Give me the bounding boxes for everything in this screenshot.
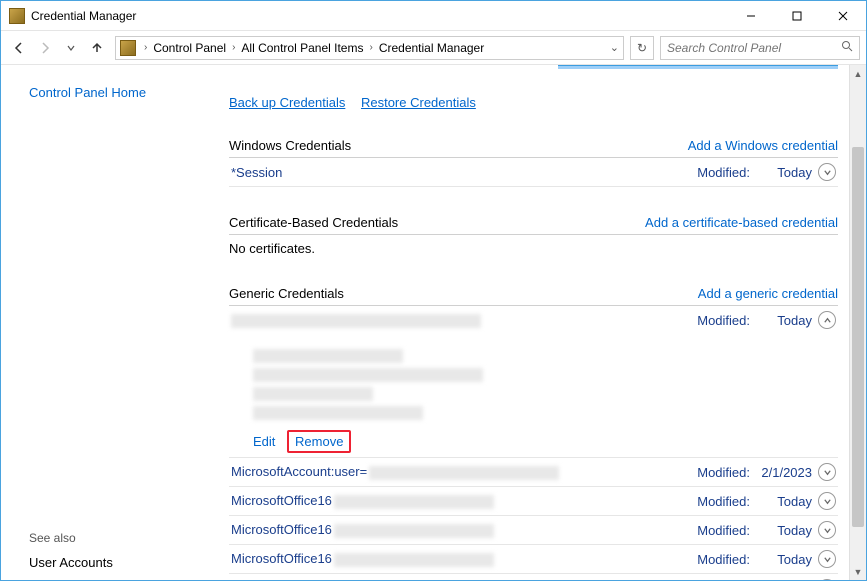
modified-value: Today [756, 494, 812, 509]
sidebar: Control Panel Home See also User Account… [1, 65, 211, 580]
minimize-button[interactable] [728, 1, 774, 31]
redacted-suffix [369, 466, 559, 480]
chevron-right-icon[interactable]: › [140, 42, 151, 53]
redacted-name [231, 314, 481, 328]
redacted-suffix [334, 495, 494, 509]
search-box[interactable] [660, 36, 860, 60]
credential-name: MicrosoftOffice16 [231, 551, 332, 566]
breadcrumb-dropdown[interactable]: ⌄ [610, 41, 619, 54]
credential-row[interactable]: virtualapp/didlogical Modified:4/17/2023 [229, 574, 838, 580]
scrollbar-thumb[interactable] [852, 147, 864, 527]
credential-name: MicrosoftAccount:user= [231, 464, 367, 479]
expand-icon[interactable] [818, 521, 836, 539]
expand-icon[interactable] [818, 550, 836, 568]
credential-details: Edit Remove [229, 334, 838, 458]
windows-credentials-section: Windows Credentials Add a Windows creden… [229, 138, 838, 187]
forward-button[interactable] [33, 36, 57, 60]
refresh-button[interactable]: ↻ [630, 36, 654, 60]
credential-row[interactable]: MicrosoftOffice16 Modified: Today [229, 545, 838, 574]
credential-links: Back up Credentials Restore Credentials [229, 95, 838, 110]
breadcrumb-item[interactable]: All Control Panel Items [239, 41, 365, 55]
tab-indicator [558, 65, 838, 69]
redacted-suffix [334, 553, 494, 567]
modified-label: Modified: [697, 523, 750, 538]
modified-label: Modified: [697, 313, 750, 328]
section-title: Generic Credentials [229, 286, 344, 301]
collapse-icon[interactable] [818, 311, 836, 329]
up-button[interactable] [85, 36, 109, 60]
navbar: › Control Panel › All Control Panel Item… [1, 31, 866, 65]
modified-value: Today [756, 165, 812, 180]
credential-name: MicrosoftOffice16 [231, 522, 332, 537]
redacted-suffix [334, 524, 494, 538]
see-also-label: See also [29, 531, 195, 545]
chevron-right-icon[interactable]: › [365, 42, 376, 53]
edit-link[interactable]: Edit [253, 434, 275, 449]
window: Credential Manager › Control Panel › All… [0, 0, 867, 581]
body: Control Panel Home See also User Account… [1, 65, 866, 580]
section-title: Certificate-Based Credentials [229, 215, 398, 230]
scroll-down-icon[interactable]: ▼ [850, 563, 866, 580]
modified-label: Modified: [697, 552, 750, 567]
main: Back up Credentials Restore Credentials … [211, 65, 866, 580]
modified-value: 2/1/2023 [756, 465, 812, 480]
recent-dropdown[interactable] [59, 36, 83, 60]
breadcrumb[interactable]: › Control Panel › All Control Panel Item… [115, 36, 624, 60]
modified-label: Modified: [697, 165, 750, 180]
scrollbar[interactable]: ▲ ▼ [849, 65, 866, 580]
expand-icon[interactable] [818, 463, 836, 481]
remove-link[interactable]: Remove [287, 430, 351, 453]
add-certificate-credential-link[interactable]: Add a certificate-based credential [645, 215, 838, 230]
redacted-field [253, 406, 423, 420]
backup-credentials-link[interactable]: Back up Credentials [229, 95, 345, 110]
back-button[interactable] [7, 36, 31, 60]
expand-icon[interactable] [818, 579, 836, 580]
credential-row-expanded[interactable]: Modified: Today [229, 306, 838, 334]
modified-label: Modified: [697, 494, 750, 509]
modified-value: Today [756, 313, 812, 328]
search-icon[interactable] [841, 39, 853, 57]
breadcrumb-item[interactable]: Credential Manager [377, 41, 486, 55]
chevron-right-icon[interactable]: › [228, 42, 239, 53]
modified-value: Today [756, 552, 812, 567]
control-panel-home-link[interactable]: Control Panel Home [29, 85, 195, 100]
redacted-field [253, 387, 373, 401]
scroll-up-icon[interactable]: ▲ [850, 65, 866, 82]
app-icon [9, 8, 25, 24]
credential-row[interactable]: MicrosoftOffice16 Modified: Today [229, 516, 838, 545]
maximize-button[interactable] [774, 1, 820, 31]
generic-credentials-section: Generic Credentials Add a generic creden… [229, 286, 838, 580]
no-certificates-label: No certificates. [229, 235, 838, 258]
certificate-credentials-section: Certificate-Based Credentials Add a cert… [229, 215, 838, 258]
breadcrumb-item[interactable]: Control Panel [151, 41, 228, 55]
credential-name: MicrosoftOffice16 [231, 493, 332, 508]
expand-icon[interactable] [818, 492, 836, 510]
expand-icon[interactable] [818, 163, 836, 181]
titlebar: Credential Manager [1, 1, 866, 31]
redacted-field [253, 349, 403, 363]
modified-value: Today [756, 523, 812, 538]
add-windows-credential-link[interactable]: Add a Windows credential [688, 138, 838, 153]
close-button[interactable] [820, 1, 866, 31]
add-generic-credential-link[interactable]: Add a generic credential [698, 286, 838, 301]
restore-credentials-link[interactable]: Restore Credentials [361, 95, 476, 110]
modified-label: Modified: [697, 465, 750, 480]
section-title: Windows Credentials [229, 138, 351, 153]
credential-name: *Session [231, 165, 282, 180]
credential-row[interactable]: MicrosoftOffice16 Modified: Today [229, 487, 838, 516]
credential-row[interactable]: MicrosoftAccount:user= Modified: 2/1/2023 [229, 458, 838, 487]
user-accounts-link[interactable]: User Accounts [29, 555, 195, 570]
window-title: Credential Manager [31, 9, 136, 23]
credential-row[interactable]: *Session Modified: Today [229, 158, 838, 187]
redacted-field [253, 368, 483, 382]
search-input[interactable] [667, 41, 853, 55]
control-panel-icon [120, 40, 136, 56]
